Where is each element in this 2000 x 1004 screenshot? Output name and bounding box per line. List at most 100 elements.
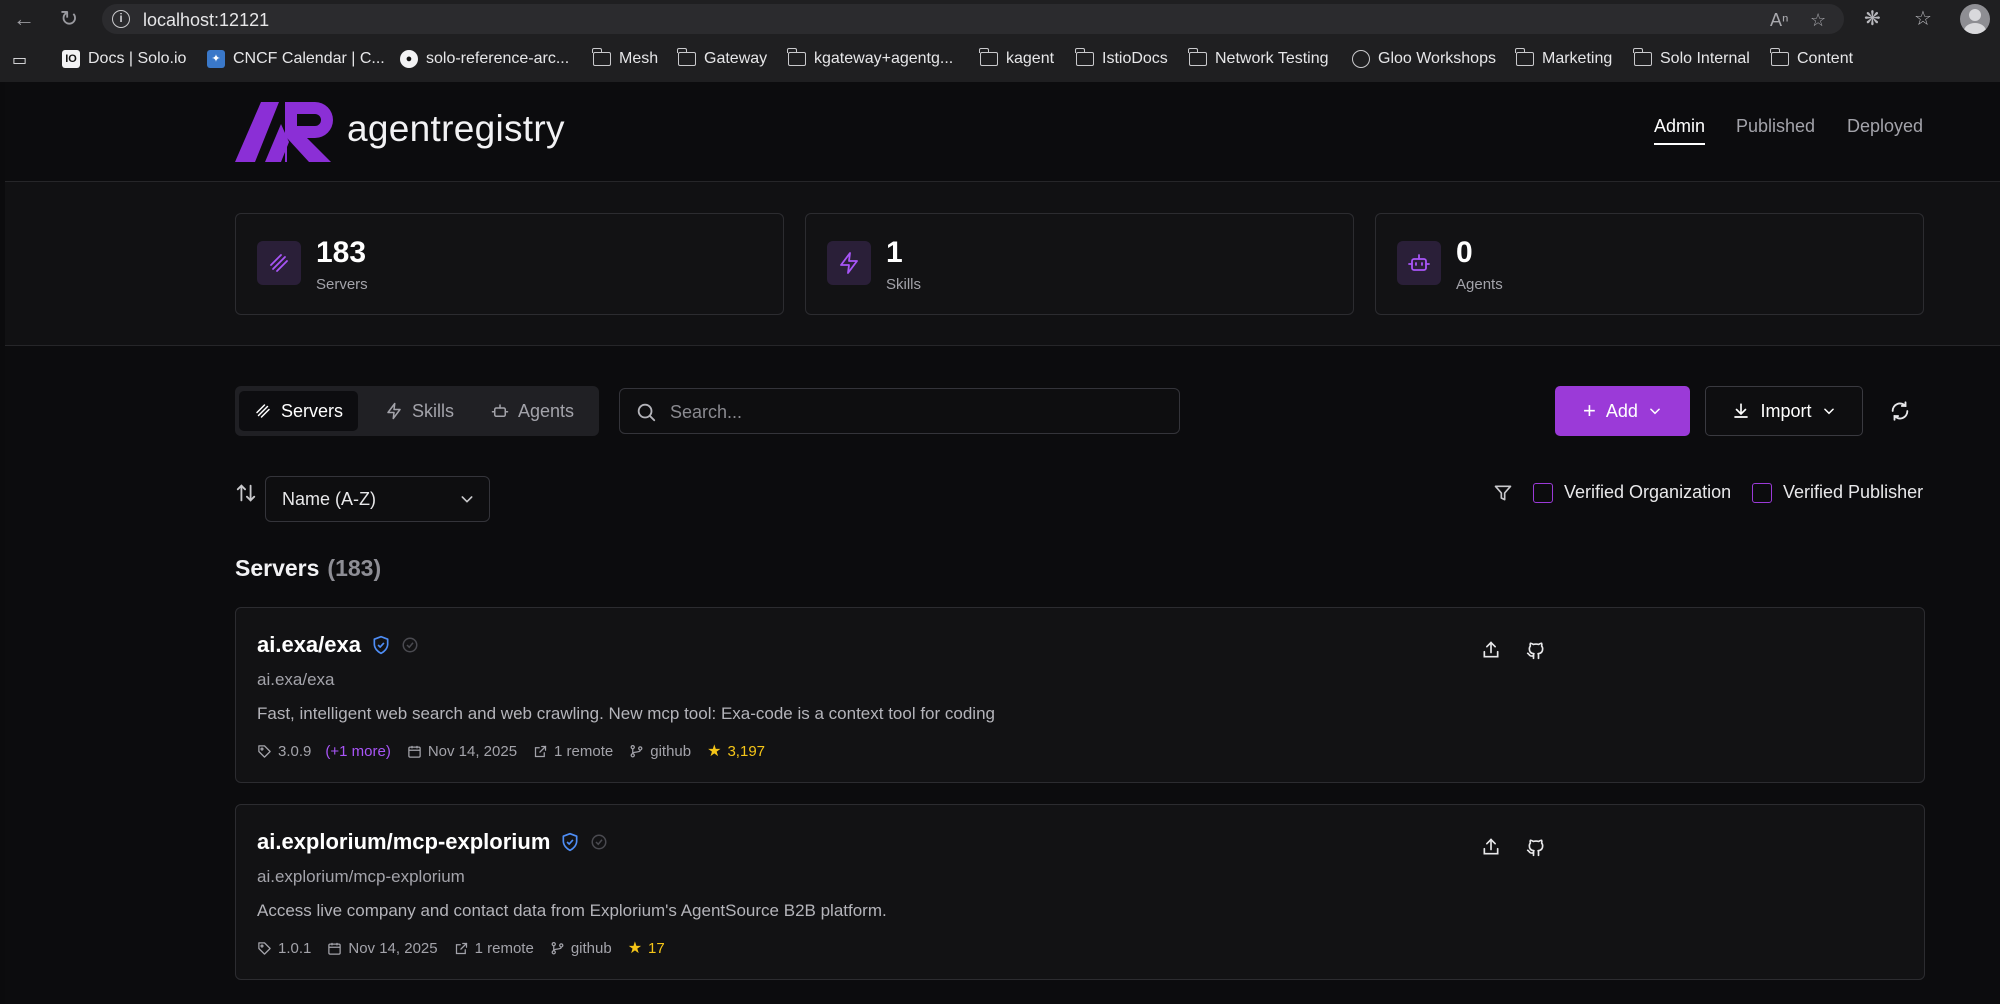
bookmark-item[interactable]: Gloo Workshops [1352, 50, 1496, 68]
robot-icon [1397, 241, 1441, 285]
stat-card-skills: 1 Skills [805, 213, 1354, 315]
add-button[interactable]: + Add [1555, 386, 1690, 436]
nav-deployed[interactable]: Deployed [1847, 116, 1923, 137]
server-card[interactable]: ai.exa/exa ai.exa/exa Fast, intelligent … [235, 607, 1925, 783]
verified-shield-icon [562, 832, 578, 852]
browser-toolbar: ← ↻ i localhost:12121 Aⁿ ☆ ❋ ☆ [0, 0, 2000, 38]
reload-icon[interactable]: ↻ [55, 6, 83, 32]
tab-skills-label: Skills [412, 400, 455, 421]
chevron-down-icon [461, 496, 473, 503]
stat-label-agents: Agents [1456, 276, 1503, 293]
bookmark-item[interactable]: Gateway [677, 48, 767, 68]
bookmark-item[interactable]: Marketing [1515, 48, 1612, 68]
sort-select[interactable]: Name (A-Z) [265, 476, 490, 522]
server-card[interactable]: ai.explorium/mcp-explorium ai.explorium/… [235, 804, 1925, 980]
nav-published[interactable]: Published [1736, 116, 1815, 137]
bookmark-item[interactable]: IstioDocs [1075, 48, 1168, 68]
favorite-star-icon[interactable]: ☆ [1810, 10, 1826, 31]
app-header: agentregistry Admin Published Deployed [5, 82, 2000, 182]
server-name[interactable]: ai.explorium/mcp-explorium [257, 829, 608, 855]
folder-icon [787, 48, 806, 66]
verified-shield-icon [373, 635, 389, 655]
folder-icon [1770, 48, 1789, 66]
server-description: Access live company and contact data fro… [257, 901, 887, 920]
favorites-icon[interactable]: ☆ [1914, 6, 1932, 31]
filter-verified-publisher[interactable]: Verified Publisher [1752, 482, 1923, 503]
import-button[interactable]: Import [1705, 386, 1863, 436]
bookmark-item[interactable]: ✦ CNCF Calendar | C... [207, 50, 385, 68]
section-title-text: Servers [235, 555, 320, 581]
github-button[interactable] [1522, 833, 1550, 861]
refresh-button[interactable] [1883, 394, 1917, 428]
address-bar[interactable]: i localhost:12121 Aⁿ ☆ [102, 4, 1844, 34]
search-input[interactable] [670, 399, 1160, 425]
server-source: github [650, 742, 692, 760]
source-meta: github [629, 743, 691, 760]
check-circle-icon [402, 637, 418, 653]
server-description: Fast, intelligent web search and web cra… [257, 704, 995, 723]
cncf-icon: ✦ [207, 50, 225, 68]
nav-admin[interactable]: Admin [1654, 116, 1706, 145]
stars-meta: ★ 3,197 [707, 741, 765, 761]
bookmark-label: Docs | Solo.io [88, 50, 187, 67]
folder-icon [592, 48, 611, 66]
git-branch-icon [630, 744, 643, 757]
github-button[interactable] [1522, 636, 1550, 664]
server-meta: 1.0.1 Nov 14, 2025 1 remote github ★ 17 [257, 938, 681, 958]
server-stars: 3,197 [727, 742, 766, 760]
verified-publisher-label: Verified Publisher [1783, 482, 1924, 502]
server-icon [256, 404, 270, 418]
bookmark-label: Network Testing [1215, 50, 1329, 67]
calendar-icon [408, 745, 421, 758]
reading-list-icon[interactable]: ▭ [12, 50, 27, 70]
bookmark-item[interactable]: IO Docs | Solo.io [62, 50, 186, 68]
more-versions-link[interactable]: (+1 more) [325, 743, 390, 760]
server-name[interactable]: ai.exa/exa [257, 632, 419, 658]
bookmark-item[interactable]: Mesh [592, 48, 658, 68]
tab-servers-label: Servers [281, 400, 344, 421]
stars-meta: ★ 17 [628, 938, 665, 958]
bookmark-item[interactable]: Solo Internal [1633, 48, 1750, 68]
server-icon [257, 241, 301, 285]
tab-servers[interactable]: Servers [239, 391, 359, 431]
bookmark-item[interactable]: ● solo-reference-arc... [400, 50, 569, 68]
agentregistry-logo-icon[interactable] [235, 102, 333, 162]
bookmark-label: IstioDocs [1102, 50, 1168, 67]
stat-card-servers: 183 Servers [235, 213, 784, 315]
resource-tabs: Servers Skills Agents [235, 386, 599, 436]
app-logo-text[interactable]: agentregistry [347, 108, 565, 150]
extensions-icon[interactable]: ❋ [1864, 6, 1881, 31]
sort-icon [236, 484, 256, 502]
check-circle-icon [591, 834, 607, 850]
server-date: Nov 14, 2025 [427, 742, 518, 760]
folder-icon [979, 48, 998, 66]
verified-organization-label: Verified Organization [1564, 482, 1732, 502]
section-count: (183) [327, 555, 382, 581]
bookmark-item[interactable]: kagent [979, 48, 1054, 68]
tab-agents[interactable]: Agents [476, 391, 589, 431]
publish-button[interactable] [1477, 833, 1505, 861]
publish-button[interactable] [1477, 636, 1505, 664]
back-arrow-icon[interactable]: ← [10, 6, 38, 32]
chevron-down-icon [1650, 408, 1660, 415]
folder-icon [1633, 48, 1652, 66]
site-info-icon[interactable]: i [112, 10, 130, 28]
refresh-icon [1891, 401, 1909, 421]
verified-organization-checkbox[interactable] [1533, 482, 1553, 503]
profile-avatar[interactable] [1960, 4, 1990, 34]
bookmark-item[interactable]: Content [1770, 48, 1853, 68]
bookmark-item[interactable]: Network Testing [1188, 48, 1329, 68]
bookmark-label: solo-reference-arc... [426, 50, 570, 67]
section-title: Servers (183) [235, 555, 381, 582]
read-aloud-icon[interactable]: Aⁿ [1770, 10, 1789, 31]
bookmark-item[interactable]: kgateway+agentg... [787, 48, 954, 68]
plus-icon: + [1583, 398, 1596, 423]
tab-skills[interactable]: Skills [370, 391, 469, 431]
remote-meta: 1 remote [454, 940, 534, 957]
import-button-label: Import [1760, 400, 1812, 421]
remote-meta: 1 remote [533, 743, 613, 760]
verified-publisher-checkbox[interactable] [1752, 482, 1772, 503]
bookmark-label: kgateway+agentg... [814, 50, 954, 67]
stat-card-agents: 0 Agents [1375, 213, 1924, 315]
filter-verified-organization[interactable]: Verified Organization [1533, 482, 1731, 503]
